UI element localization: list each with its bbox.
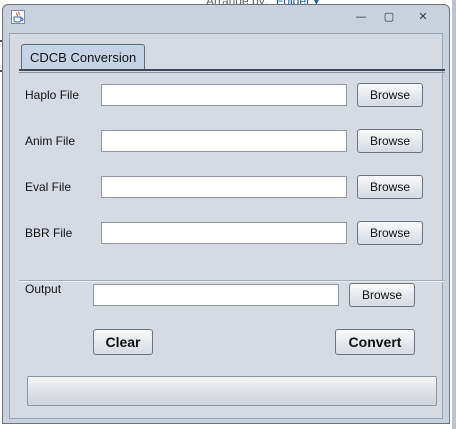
anim-file-label: Anim File	[25, 134, 76, 148]
output-browse-button[interactable]: Browse	[349, 283, 415, 307]
tab-divider	[19, 69, 445, 71]
app-window: — ▢ ✕ CDCB Conversion Haplo File Browse …	[2, 4, 450, 424]
haplo-file-label: Haplo File	[25, 88, 80, 102]
eval-file-label: Eval File	[25, 180, 72, 194]
convert-button[interactable]: Convert	[335, 329, 415, 355]
close-button[interactable]: ✕	[403, 7, 443, 25]
haplo-file-field[interactable]	[101, 84, 347, 106]
maximize-icon: ▢	[383, 9, 395, 23]
java-icon[interactable]	[11, 10, 25, 24]
clear-button[interactable]: Clear	[93, 329, 153, 355]
bbr-browse-button[interactable]: Browse	[357, 221, 423, 245]
output-label: Output	[25, 282, 62, 296]
eval-file-field[interactable]	[101, 176, 347, 198]
close-icon: ✕	[418, 9, 428, 23]
anim-file-field[interactable]	[101, 130, 347, 152]
output-field[interactable]	[93, 284, 339, 306]
bbr-file-label: BBR File	[25, 226, 73, 240]
tab-divider-shadow	[19, 72, 445, 73]
anim-browse-button[interactable]: Browse	[357, 129, 423, 153]
progress-bar	[27, 376, 437, 406]
eval-browse-button[interactable]: Browse	[357, 175, 423, 199]
content-panel: CDCB Conversion Haplo File Browse Anim F…	[9, 33, 445, 419]
bbr-file-field[interactable]	[101, 222, 347, 244]
haplo-browse-button[interactable]: Browse	[357, 83, 423, 107]
title-bar[interactable]: — ▢ ✕	[3, 5, 449, 29]
background-window-edge	[452, 0, 456, 429]
window-controls: — ▢ ✕	[347, 7, 443, 25]
minimize-icon: —	[355, 9, 367, 23]
maximize-button[interactable]: ▢	[375, 7, 403, 25]
section-divider-highlight	[19, 281, 445, 282]
tab-cdcb-conversion[interactable]: CDCB Conversion	[21, 44, 146, 70]
minimize-button[interactable]: —	[347, 7, 375, 25]
